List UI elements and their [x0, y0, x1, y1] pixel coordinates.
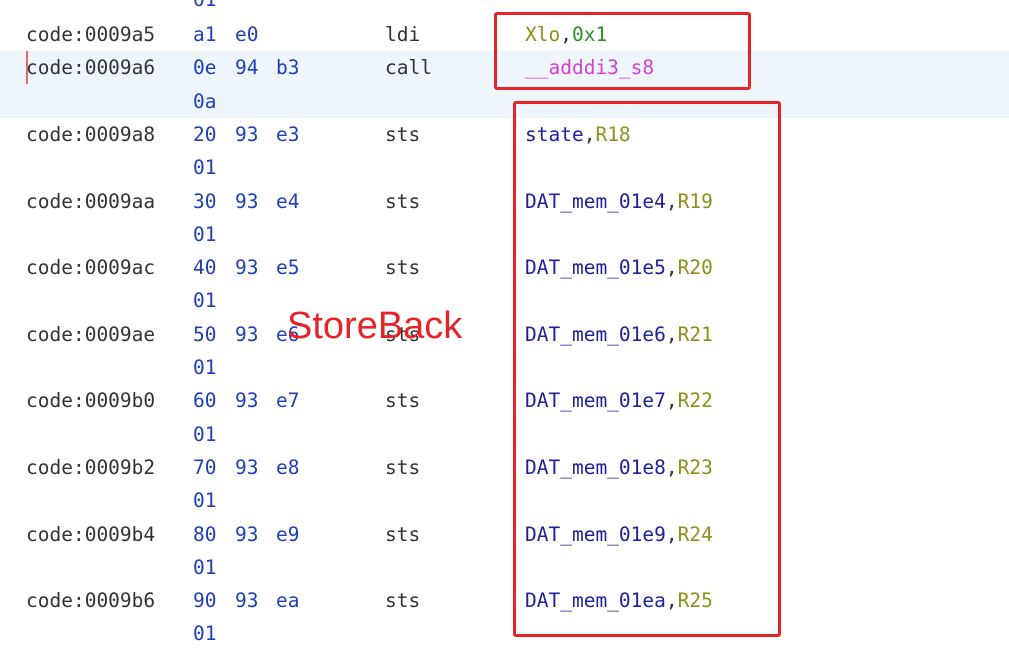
address[interactable]: code:0009a6: [26, 51, 155, 84]
instruction-row[interactable]: code:0009b6 90 93 ea 01 sts DAT_mem_01ea…: [0, 584, 1009, 651]
address[interactable]: code:0009a5: [26, 18, 155, 51]
address[interactable]: code:0009b4: [26, 518, 155, 551]
mnemonic[interactable]: sts: [385, 384, 420, 417]
instruction-row[interactable]: code:0009b2 70 93 e8 01 sts DAT_mem_01e8…: [0, 451, 1009, 518]
instruction-row[interactable]: code:0009ac 40 93 e5 01 sts DAT_mem_01e5…: [0, 251, 1009, 318]
address[interactable]: code:0009b2: [26, 451, 155, 484]
byte: b3: [276, 56, 300, 80]
byte: 30: [193, 189, 217, 213]
mnemonic[interactable]: sts: [385, 518, 420, 551]
byte: ea: [276, 589, 300, 613]
mnemonic[interactable]: sts: [385, 451, 420, 484]
byte: 93: [235, 189, 259, 213]
instruction-row[interactable]: code:0009b0 60 93 e7 01 sts DAT_mem_01e7…: [0, 384, 1009, 451]
byte: e0: [235, 23, 259, 46]
mnemonic[interactable]: sts: [385, 251, 420, 284]
byte-continuation: 01: [193, 156, 217, 180]
instruction-row[interactable]: code:0009ae 50 93 e6 01 sts DAT_mem_01e6…: [0, 318, 1009, 385]
address[interactable]: code:0009aa: [26, 185, 155, 218]
byte: 40: [193, 256, 217, 280]
mnemonic[interactable]: sts: [385, 118, 420, 151]
byte-continuation: 0a: [193, 89, 217, 113]
disassembly-listing: 01 code:0009a5 a1 e0 ldi Xlo,0x1 code:00…: [0, 0, 1009, 656]
byte: e7: [276, 389, 300, 413]
mnemonic[interactable]: call: [385, 51, 432, 84]
byte-continuation: 01: [193, 356, 217, 380]
byte: 93: [235, 389, 259, 413]
address[interactable]: code:0009ac: [26, 251, 155, 284]
highlight-box-call-setup: [494, 12, 751, 90]
address[interactable]: code:0009b0: [26, 384, 155, 417]
highlight-box-store-back: [513, 101, 781, 637]
byte: 0e: [193, 56, 217, 80]
byte-continuation: 01: [193, 489, 217, 513]
mnemonic[interactable]: sts: [385, 185, 420, 218]
byte: 93: [235, 456, 259, 479]
byte: 93: [235, 589, 259, 613]
address[interactable]: code:0009ae: [26, 318, 155, 351]
byte-continuation: 01: [193, 222, 217, 246]
byte-continuation: 01: [193, 422, 217, 446]
address[interactable]: code:0009a8: [26, 118, 155, 151]
byte: 93: [235, 322, 259, 346]
byte: 93: [235, 256, 259, 280]
byte: a1: [193, 23, 217, 46]
byte: 90: [193, 589, 217, 613]
byte: e9: [276, 522, 300, 546]
byte: e4: [276, 189, 300, 213]
byte: 70: [193, 456, 217, 479]
instruction-row[interactable]: code:0009b4 80 93 e9 01 sts DAT_mem_01e9…: [0, 518, 1009, 585]
mnemonic[interactable]: sts: [385, 584, 420, 617]
instruction-row[interactable]: code:0009a8 20 93 e3 01 sts state,R18: [0, 118, 1009, 185]
previous-row-byte-fragment: 01: [193, 0, 216, 16]
byte: 93: [235, 123, 259, 146]
byte: 80: [193, 522, 217, 546]
byte: 50: [193, 322, 217, 346]
byte: 93: [235, 522, 259, 546]
byte-continuation: 01: [193, 555, 217, 579]
byte: e3: [276, 123, 300, 146]
mnemonic[interactable]: ldi: [385, 18, 420, 51]
byte: 94: [235, 56, 259, 80]
byte-continuation: 01: [193, 289, 217, 313]
byte: 20: [193, 123, 217, 146]
byte: 60: [193, 389, 217, 413]
address[interactable]: code:0009b6: [26, 584, 155, 617]
byte-continuation: 01: [193, 622, 217, 646]
annotation-label: StoreBack: [287, 305, 463, 347]
instruction-row[interactable]: code:0009aa 30 93 e4 01 sts DAT_mem_01e4…: [0, 185, 1009, 252]
byte: e8: [276, 456, 300, 479]
byte: e5: [276, 256, 300, 280]
